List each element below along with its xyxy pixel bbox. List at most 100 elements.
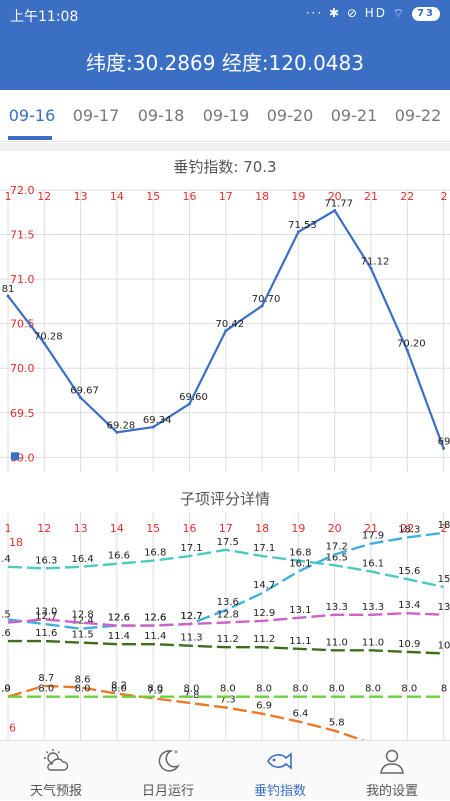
nav-settings-label: 我的设置 xyxy=(365,784,418,799)
data-label: 16.8 xyxy=(144,548,166,559)
data-label: 8.0 xyxy=(38,684,54,695)
data-label: 13.1 xyxy=(289,605,311,616)
data-label: .4 xyxy=(1,554,11,565)
y-tick-label: 72.0 xyxy=(10,184,35,197)
status-time: 上午11:08 xyxy=(10,9,79,25)
date-tabs: 09-16 09-17 09-18 09-19 09-20 09-21 09-2… xyxy=(0,90,450,142)
data-label: 15.6 xyxy=(398,566,420,577)
y-tick-label: 6 xyxy=(9,722,16,735)
x-tick-label: 16 xyxy=(183,190,197,203)
tab-date[interactable]: 09-19 xyxy=(194,106,258,125)
data-label: 17.5 xyxy=(217,537,239,548)
nav-weather[interactable]: 天气预报 xyxy=(0,741,112,801)
data-label: .0 xyxy=(1,684,11,695)
sub-score-title: 子项评分详情 xyxy=(179,490,270,508)
data-label: 17.1 xyxy=(253,543,275,554)
x-tick-label: 17 xyxy=(219,522,233,535)
data-label: 6.4 xyxy=(292,708,308,719)
data-label: 16.8 xyxy=(289,548,311,559)
location-title: 纬度:30.2869 经度:120.0483 xyxy=(86,51,364,75)
data-label: 14.7 xyxy=(253,580,275,591)
data-label: 17.1 xyxy=(180,543,202,554)
data-label: 12.8 xyxy=(217,609,239,620)
nav-sun-moon[interactable]: * 日月运行 xyxy=(112,741,224,801)
data-label: 8.7 xyxy=(38,673,54,684)
status-icons-text: ··· ✱ ⊘ HD ⌔ xyxy=(305,6,407,20)
data-label: 11.1 xyxy=(289,636,311,647)
legend-marker xyxy=(11,452,19,461)
data-label: 12.6 xyxy=(108,613,130,624)
x-tick-label: 2 xyxy=(441,190,448,203)
data-label: 17.9 xyxy=(362,531,384,542)
x-tick-label: 19 xyxy=(291,522,305,535)
y-tick-label: 18 xyxy=(9,536,23,549)
data-label: 69 xyxy=(438,436,450,447)
data-label: 18 xyxy=(438,520,450,531)
data-label: 11.2 xyxy=(253,634,275,645)
data-label: .5 xyxy=(1,609,11,620)
nav-fishing-index[interactable]: 垂钓指数 xyxy=(224,741,336,801)
x-tick-label: 15 xyxy=(146,190,160,203)
data-label: 13.3 xyxy=(362,602,384,613)
data-label: 13.3 xyxy=(326,602,348,613)
x-tick-label: 17 xyxy=(219,190,233,203)
x-tick-label: 13 xyxy=(74,190,88,203)
tab-date[interactable]: 09-16 xyxy=(0,106,64,125)
x-tick-label: 16 xyxy=(183,522,197,535)
data-label: 8.0 xyxy=(147,684,163,695)
data-label: 11.6 xyxy=(35,628,57,639)
data-label: 10 xyxy=(438,640,450,651)
data-label: 11.4 xyxy=(144,631,166,642)
x-tick-label: 19 xyxy=(291,190,305,203)
x-tick-label: 20 xyxy=(328,522,342,535)
x-tick-label: 1 xyxy=(5,190,12,203)
fishing-index-title: 垂钓指数: 70.3 xyxy=(173,158,277,176)
data-label: 8.0 xyxy=(256,684,272,695)
status-icons: ··· ✱ ⊘ HD ⌔ 73 xyxy=(306,6,440,21)
data-label: 8.0 xyxy=(292,684,308,695)
data-label: 69.60 xyxy=(179,392,208,403)
data-label: 70.28 xyxy=(34,331,63,342)
x-tick-label: 15 xyxy=(146,522,160,535)
data-label: 8 xyxy=(441,684,447,695)
x-tick-label: 14 xyxy=(110,190,124,203)
data-label: 70.20 xyxy=(397,338,426,349)
section-divider xyxy=(0,143,450,151)
tab-date[interactable]: 09-21 xyxy=(322,106,386,125)
data-label: 16.4 xyxy=(71,554,93,565)
status-bar: 上午11:08 ··· ✱ ⊘ HD ⌔ 73 xyxy=(0,0,450,30)
x-tick-label: 21 xyxy=(364,190,378,203)
bottom-nav: 天气预报 * 日月运行 垂钓指数 我的设置 xyxy=(0,740,450,800)
x-tick-label: 13 xyxy=(74,522,88,535)
data-label: 13.4 xyxy=(398,600,420,611)
data-label: 70.70 xyxy=(252,294,281,305)
moon-icon: * xyxy=(158,749,180,772)
nav-settings[interactable]: 我的设置 xyxy=(336,741,448,801)
tab-date[interactable]: 09-22 xyxy=(386,106,450,125)
y-tick-label: 71.5 xyxy=(10,229,35,242)
x-tick-label: 12 xyxy=(37,190,51,203)
data-label: 8.0 xyxy=(184,684,200,695)
tab-date[interactable]: 09-20 xyxy=(258,106,322,125)
data-label: 8.0 xyxy=(111,684,127,695)
data-label: 11.0 xyxy=(326,637,348,648)
weather-icon xyxy=(44,749,69,771)
data-label: 11.5 xyxy=(71,630,93,641)
x-tick-label: 12 xyxy=(37,522,51,535)
data-label: 16.1 xyxy=(289,558,311,569)
data-label: 16.3 xyxy=(35,555,57,566)
tab-date[interactable]: 09-17 xyxy=(64,106,128,125)
fishing-index-chart: 72.071.571.070.570.069.569.01 12 13 14 15 16 1… xyxy=(0,184,450,472)
sub-score-chart: 1 12 13 14 15 16 17 18 19 20 21 22 2186.4 16.3 16.4 16.… xyxy=(1,512,450,740)
data-label: 11.4 xyxy=(108,631,130,642)
data-label: 11.2 xyxy=(217,634,239,645)
data-label: 10.9 xyxy=(398,639,420,650)
data-label: 81 xyxy=(2,284,15,295)
data-label: 16.1 xyxy=(362,558,384,569)
data-label: 71.53 xyxy=(288,220,317,231)
tab-date[interactable]: 09-18 xyxy=(129,106,193,125)
data-label: 8.0 xyxy=(75,684,91,695)
fish-icon xyxy=(267,752,292,770)
data-label: 15 xyxy=(438,574,450,585)
x-tick-label: 18 xyxy=(255,522,269,535)
